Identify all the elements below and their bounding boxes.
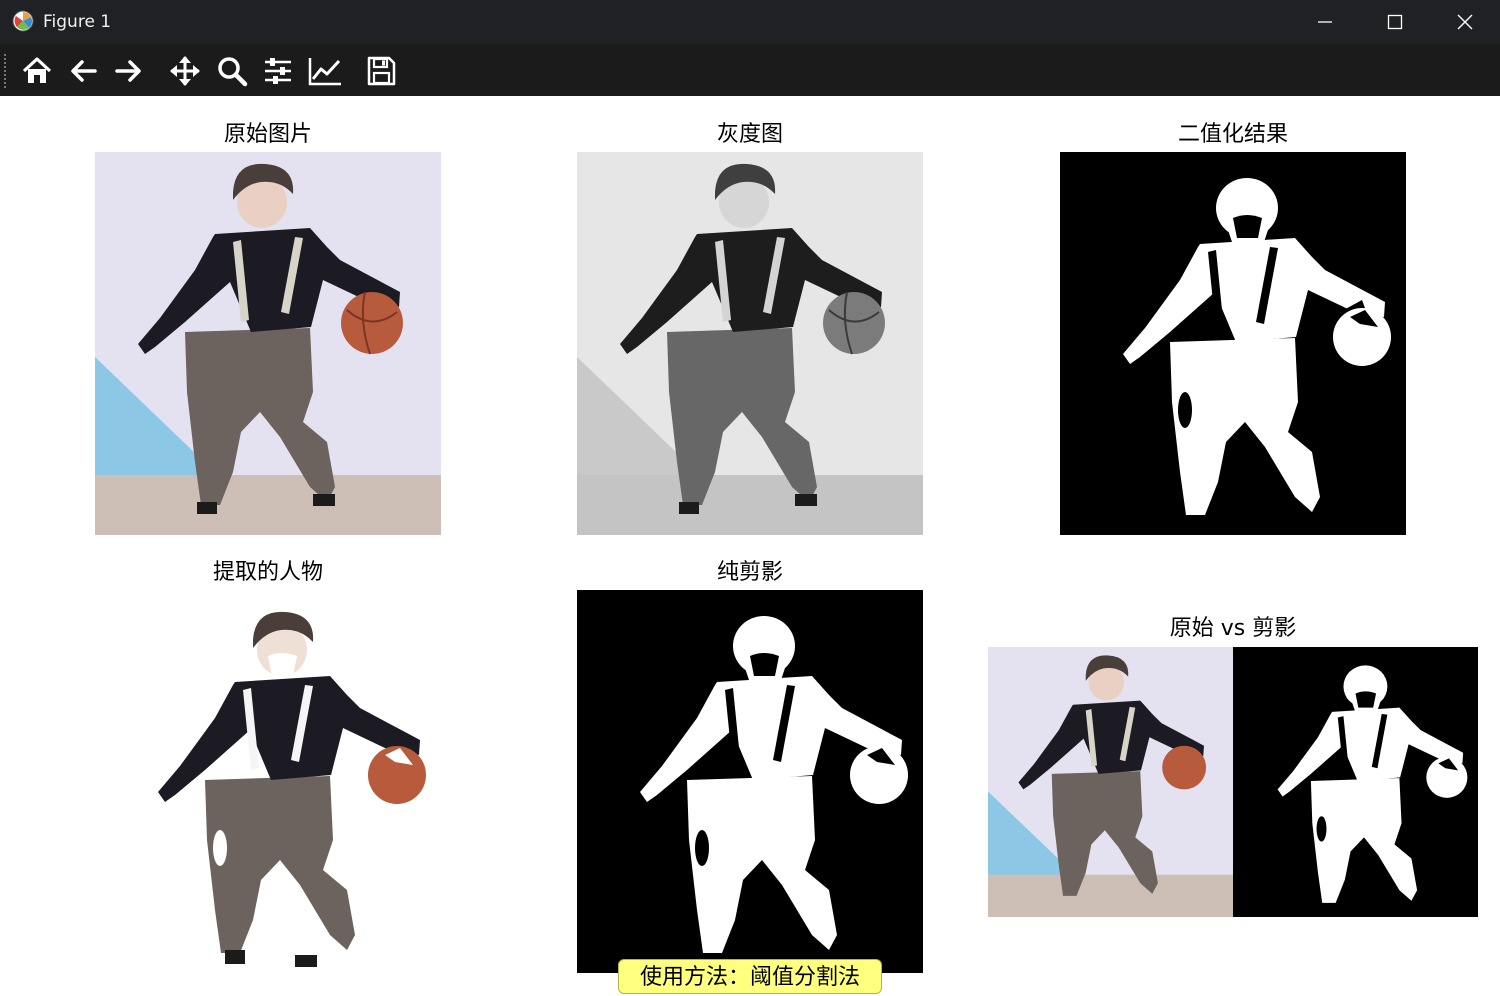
home-button[interactable] — [18, 52, 56, 90]
edit-curves-icon — [308, 58, 341, 86]
minimize-button[interactable] — [1290, 0, 1360, 44]
configure-subplots-button[interactable] — [259, 52, 297, 90]
back-arrow-icon — [71, 60, 97, 82]
minimize-icon — [1318, 21, 1332, 23]
panel-title-grayscale: 灰度图 — [716, 122, 783, 147]
forward-arrow-icon — [115, 60, 141, 82]
comparison-original-half — [988, 647, 1233, 917]
panel-title-silhouette: 纯剪影 — [716, 560, 783, 585]
original-image[interactable] — [95, 152, 441, 535]
panel-title-binary: 二值化结果 — [1177, 122, 1288, 147]
comparison-silhouette-half — [1233, 647, 1478, 917]
panel-title-extracted: 提取的人物 — [212, 560, 323, 585]
save-icon — [367, 56, 396, 86]
panel-title-original: 原始图片 — [223, 122, 312, 147]
save-button[interactable] — [362, 52, 400, 90]
silhouette-image[interactable] — [577, 590, 923, 973]
pan-button[interactable] — [166, 52, 204, 90]
close-icon — [1457, 14, 1473, 30]
home-icon — [22, 57, 52, 83]
grayscale-image[interactable] — [577, 152, 923, 535]
forward-button[interactable] — [110, 52, 148, 90]
pan-icon — [170, 56, 200, 86]
matplotlib-logo-icon — [12, 10, 34, 32]
comparison-image[interactable] — [988, 647, 1478, 917]
zoom-icon — [218, 57, 248, 87]
edit-axis-button[interactable] — [306, 52, 344, 90]
panel-title-comparison: 原始 vs 剪影 — [1169, 616, 1297, 641]
window-title: Figure 1 — [43, 12, 112, 32]
back-button[interactable] — [64, 52, 102, 90]
zoom-button[interactable] — [213, 52, 251, 90]
window-titlebar: Figure 1 — [0, 0, 1500, 44]
extracted-person-image[interactable] — [95, 590, 441, 973]
subplots-config-icon — [265, 58, 291, 84]
maximize-icon — [1387, 14, 1403, 30]
method-label: 使用方法：阈值分割法 — [618, 959, 882, 994]
binary-image[interactable] — [1060, 152, 1406, 535]
maximize-button[interactable] — [1360, 0, 1430, 44]
navigation-toolbar — [0, 44, 1500, 96]
close-button[interactable] — [1430, 0, 1500, 44]
toolbar-grip — [4, 54, 6, 88]
